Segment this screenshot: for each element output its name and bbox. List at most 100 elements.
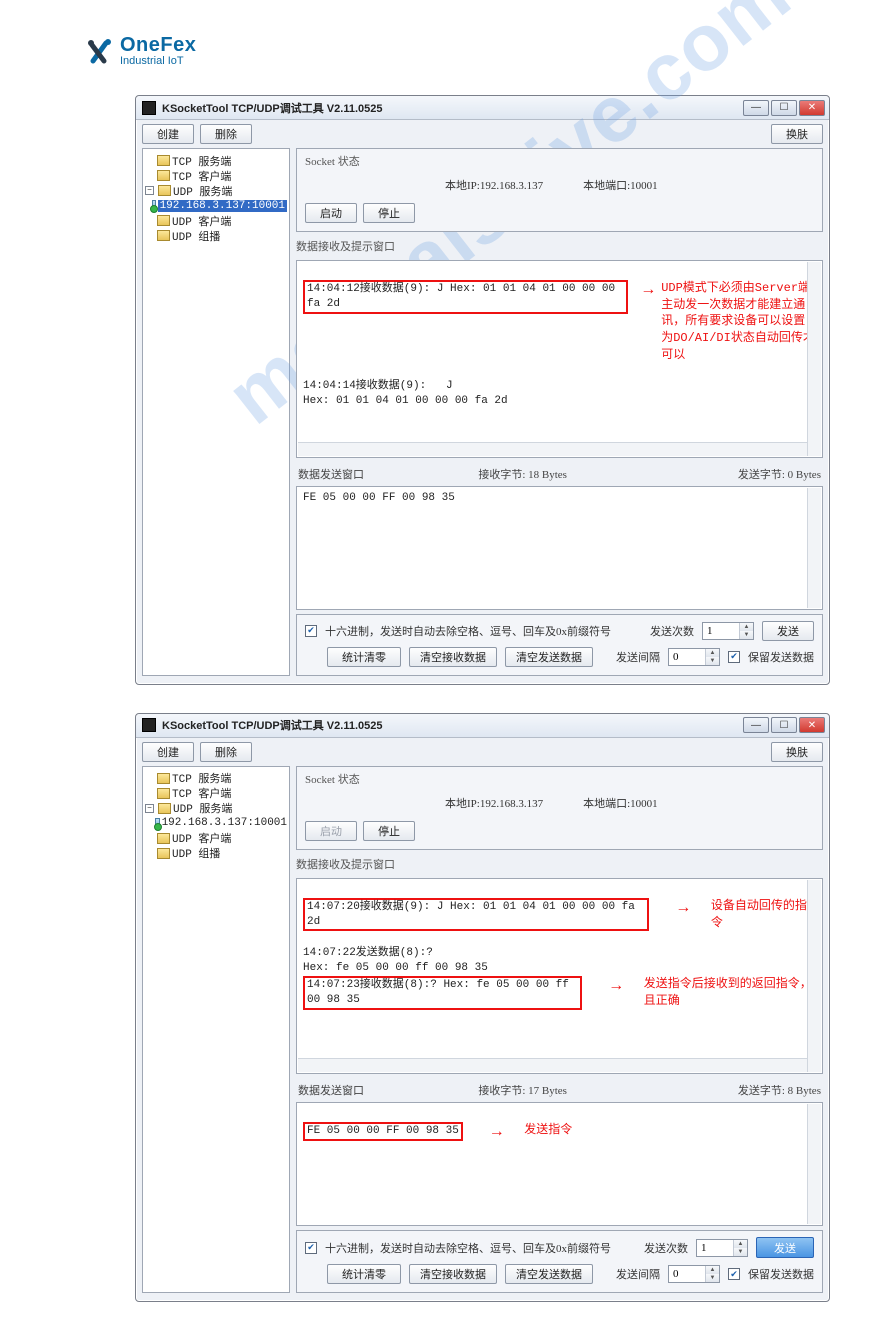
socket-status-panel: Socket 状态 本地IP:192.168.3.137 本地端口:10001 … bbox=[296, 148, 823, 232]
tree-item-tcp-server[interactable]: TCP 服务端 bbox=[145, 771, 287, 786]
annot-udp-mode: UDP模式下必须由Server端主动发一次数据才能建立通讯，所有要求设备可以设置… bbox=[661, 280, 816, 364]
hex-checkbox[interactable] bbox=[305, 1242, 317, 1254]
socket-status-title: Socket 状态 bbox=[305, 153, 814, 169]
keep-send-checkbox[interactable] bbox=[728, 651, 740, 663]
recv-clear-button[interactable]: 清空接收数据 bbox=[409, 1264, 497, 1284]
titlebar[interactable]: KSocketTool TCP/UDP调试工具 V2.11.0525 — ☐ ✕ bbox=[136, 96, 829, 120]
socket-status-title: Socket 状态 bbox=[305, 771, 814, 787]
send-panel-title: 数据发送窗口 bbox=[298, 466, 460, 482]
scrollbar-v[interactable] bbox=[807, 262, 821, 456]
recv-panel-title: 数据接收及提示窗口 bbox=[296, 854, 823, 874]
recv-clear-button[interactable]: 清空接收数据 bbox=[409, 647, 497, 667]
collapse-icon[interactable]: − bbox=[145, 186, 154, 195]
ksockettool-window-1: KSocketTool TCP/UDP调试工具 V2.11.0525 — ☐ ✕… bbox=[135, 95, 830, 685]
hex-label: 十六进制，发送时自动去除空格、逗号、回车及0x前缀符号 bbox=[325, 623, 611, 639]
stat-clear-button[interactable]: 统计清零 bbox=[327, 1264, 401, 1284]
logo-title: OneFex bbox=[120, 35, 196, 55]
titlebar[interactable]: KSocketTool TCP/UDP调试工具 V2.11.0525 — ☐ ✕ bbox=[136, 714, 829, 738]
send-count-spinner[interactable]: ▲▼ bbox=[702, 622, 754, 640]
spinner-down-icon[interactable]: ▼ bbox=[740, 631, 753, 639]
keep-send-checkbox[interactable] bbox=[728, 1268, 740, 1280]
send-textarea[interactable]: FE 05 00 00 FF 00 98 35 bbox=[296, 486, 823, 610]
arrow-right-icon: → bbox=[644, 280, 654, 302]
send-panel-title: 数据发送窗口 bbox=[298, 1082, 460, 1098]
recv-highlight-1: 14:07:20接收数据(9): J Hex: 01 01 04 01 00 0… bbox=[303, 898, 649, 932]
spinner-down-icon[interactable]: ▼ bbox=[706, 657, 719, 665]
maximize-button[interactable]: ☐ bbox=[771, 717, 797, 733]
tree-item-udp-multicast[interactable]: UDP 组播 bbox=[145, 228, 287, 243]
close-button[interactable]: ✕ bbox=[799, 717, 825, 733]
send-textarea[interactable]: FE 05 00 00 FF 00 98 35 → 发送指令 bbox=[296, 1102, 823, 1226]
onefex-logo-mark bbox=[88, 37, 114, 65]
tree-item-udp-server[interactable]: −UDP 服务端 bbox=[145, 801, 287, 816]
stat-clear-button[interactable]: 统计清零 bbox=[327, 647, 401, 667]
minimize-button[interactable]: — bbox=[743, 717, 769, 733]
tree-item-udp-client[interactable]: UDP 客户端 bbox=[145, 213, 287, 228]
recv-textarea[interactable]: 14:04:12接收数据(9): J Hex: 01 01 04 01 00 0… bbox=[296, 260, 823, 458]
minimize-button[interactable]: — bbox=[743, 100, 769, 116]
send-interval-spinner[interactable]: ▲▼ bbox=[668, 648, 720, 666]
tree-item-tcp-client[interactable]: TCP 客户端 bbox=[145, 168, 287, 183]
window-title: KSocketTool TCP/UDP调试工具 V2.11.0525 bbox=[162, 100, 743, 116]
collapse-icon[interactable]: − bbox=[145, 804, 154, 813]
skin-button[interactable]: 换肤 bbox=[771, 124, 823, 144]
folder-icon bbox=[157, 833, 170, 844]
scrollbar-v[interactable] bbox=[807, 880, 821, 1072]
local-ip: 本地IP:192.168.3.137 bbox=[445, 177, 543, 193]
send-count-label: 发送次数 bbox=[644, 1240, 688, 1256]
send-interval-input[interactable] bbox=[669, 1266, 705, 1282]
tree-item-udp-endpoint[interactable]: 192.168.3.137:10001 bbox=[145, 816, 287, 831]
stop-button[interactable]: 停止 bbox=[363, 203, 415, 223]
recv-textarea[interactable]: 14:07:20接收数据(9): J Hex: 01 01 04 01 00 0… bbox=[296, 878, 823, 1074]
app-icon bbox=[142, 718, 156, 732]
send-interval-input[interactable] bbox=[669, 649, 705, 665]
scrollbar-h[interactable] bbox=[298, 442, 807, 456]
send-count-input[interactable] bbox=[703, 623, 739, 639]
spinner-down-icon[interactable]: ▼ bbox=[706, 1274, 719, 1282]
tree-item-tcp-client[interactable]: TCP 客户端 bbox=[145, 786, 287, 801]
scrollbar-v[interactable] bbox=[807, 488, 821, 608]
tree-item-udp-client[interactable]: UDP 客户端 bbox=[145, 831, 287, 846]
spinner-up-icon[interactable]: ▲ bbox=[706, 649, 719, 657]
start-button[interactable]: 启动 bbox=[305, 203, 357, 223]
spinner-up-icon[interactable]: ▲ bbox=[706, 1266, 719, 1274]
folder-icon bbox=[158, 803, 171, 814]
send-button[interactable]: 发送 bbox=[756, 1237, 814, 1258]
hex-checkbox[interactable] bbox=[305, 625, 317, 637]
logo-subtitle: Industrial IoT bbox=[120, 56, 196, 67]
connection-tree[interactable]: TCP 服务端 TCP 客户端 −UDP 服务端 192.168.3.137:1… bbox=[142, 766, 290, 1293]
tree-item-udp-multicast[interactable]: UDP 组播 bbox=[145, 846, 287, 861]
tree-item-udp-endpoint[interactable]: 192.168.3.137:10001 bbox=[145, 198, 287, 213]
tree-item-udp-server[interactable]: −UDP 服务端 bbox=[145, 183, 287, 198]
maximize-button[interactable]: ☐ bbox=[771, 100, 797, 116]
folder-icon bbox=[157, 230, 170, 241]
folder-icon bbox=[157, 773, 170, 784]
delete-button[interactable]: 删除 bbox=[200, 742, 252, 762]
create-button[interactable]: 创建 bbox=[142, 124, 194, 144]
send-button[interactable]: 发送 bbox=[762, 621, 814, 641]
local-port: 本地端口:10001 bbox=[583, 177, 658, 193]
stop-button[interactable]: 停止 bbox=[363, 821, 415, 841]
endpoint-icon bbox=[155, 818, 160, 829]
send-clear-button[interactable]: 清空发送数据 bbox=[505, 647, 593, 667]
skin-button[interactable]: 换肤 bbox=[771, 742, 823, 762]
connection-tree[interactable]: TCP 服务端 TCP 客户端 −UDP 服务端 192.168.3.137:1… bbox=[142, 148, 290, 676]
tree-item-tcp-server[interactable]: TCP 服务端 bbox=[145, 153, 287, 168]
spinner-up-icon[interactable]: ▲ bbox=[734, 1240, 747, 1248]
send-count-input[interactable] bbox=[697, 1240, 733, 1256]
close-button[interactable]: ✕ bbox=[799, 100, 825, 116]
delete-button[interactable]: 删除 bbox=[200, 124, 252, 144]
send-clear-button[interactable]: 清空发送数据 bbox=[505, 1264, 593, 1284]
scrollbar-v[interactable] bbox=[807, 1104, 821, 1224]
spinner-down-icon[interactable]: ▼ bbox=[734, 1248, 747, 1256]
start-button[interactable]: 启动 bbox=[305, 821, 357, 841]
recv-panel-title: 数据接收及提示窗口 bbox=[296, 236, 823, 256]
folder-icon bbox=[157, 215, 170, 226]
send-interval-spinner[interactable]: ▲▼ bbox=[668, 1265, 720, 1283]
annot-reply-correct: 发送指令后接收到的返回指令，且正确 bbox=[644, 976, 816, 1010]
create-button[interactable]: 创建 bbox=[142, 742, 194, 762]
spinner-up-icon[interactable]: ▲ bbox=[740, 623, 753, 631]
scrollbar-h[interactable] bbox=[298, 1058, 807, 1072]
send-count-spinner[interactable]: ▲▼ bbox=[696, 1239, 748, 1257]
folder-icon bbox=[158, 185, 171, 196]
